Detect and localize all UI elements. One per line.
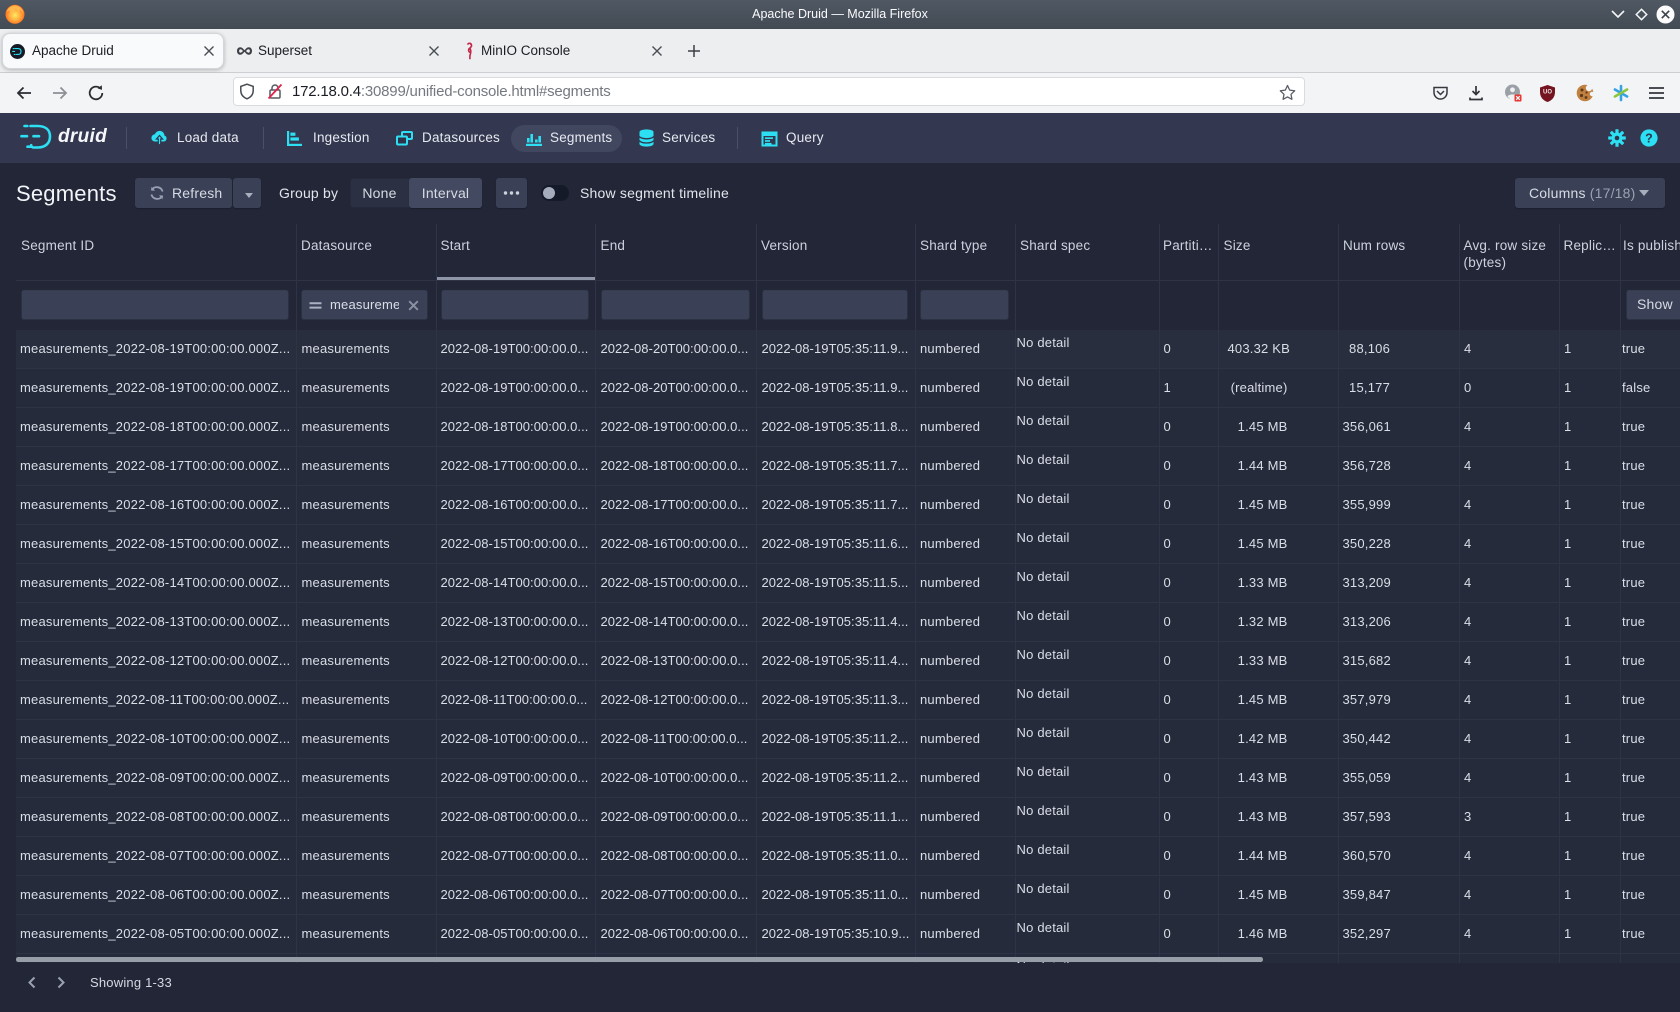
svg-text:?: ? — [1645, 131, 1653, 145]
svg-text:UO: UO — [1543, 90, 1552, 96]
